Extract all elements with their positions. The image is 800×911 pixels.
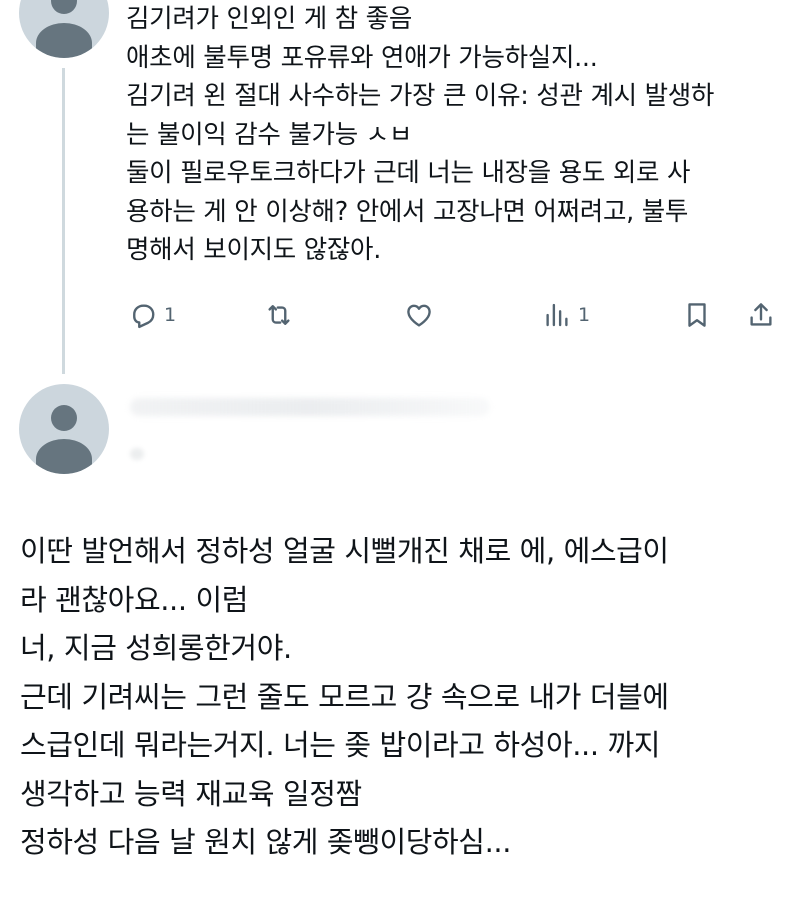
reply-tweet-text: 이딴 발언해서 정하성 얼굴 시뻘개진 채로 에, 에스급이 라 괜찮아요...… — [20, 527, 790, 867]
tweet-line: 생각하고 능력 재교육 일정짬 — [20, 776, 362, 811]
avatar-head — [51, 405, 77, 431]
views-icon — [546, 303, 568, 327]
avatar-top[interactable] — [19, 0, 109, 58]
tweet-line: 너, 지금 성희롱한거야. — [20, 631, 292, 665]
tweet-line: 라 괜찮아요... 이럼 — [20, 582, 249, 617]
bookmark-button[interactable] — [682, 293, 712, 337]
bookmark-icon — [688, 303, 706, 327]
tweet-line: 김기려가 인외인 게 참 좋음 — [126, 4, 412, 34]
retweet-icon — [268, 305, 290, 325]
tweet-line: 김기려 왼 절대 사수하는 가장 큰 이유: 성관 계시 발생하 — [126, 81, 715, 111]
tweet-line: 명해서 보이지도 않잖아. — [126, 235, 382, 265]
like-icon — [407, 304, 431, 327]
avatar-head — [51, 0, 77, 14]
redacted-user-handle — [130, 448, 144, 460]
avatar-shoulders — [36, 23, 92, 58]
avatar-reply[interactable] — [19, 384, 109, 474]
views-count: 1 — [578, 304, 591, 326]
tweet-line: 는 불이익 감수 불가능 ㅅㅂ — [126, 119, 412, 150]
parent-tweet-text: 김기려가 인외인 게 참 좋음 애초에 불투명 포유류와 연애가 가능하실지..… — [126, 0, 766, 270]
retweet-button[interactable] — [264, 293, 294, 337]
tweet-line: 근데 기려씨는 그런 줄도 모르고 걍 속으로 내가 더블에 — [20, 679, 669, 714]
views-button[interactable]: 1 — [542, 293, 590, 337]
tweet-line: 용하는 게 안 이상해? 안에서 고장나면 어쩌려고, 불투 — [126, 196, 689, 227]
avatar-shoulders — [36, 439, 92, 474]
reply-button[interactable]: 1 — [128, 293, 176, 337]
tweet-line: 애초에 불투명 포유류와 연애가 가능하실지... — [126, 42, 598, 73]
reply-icon — [133, 304, 155, 329]
share-button[interactable] — [746, 293, 776, 337]
tweet-action-bar: 1 1 — [124, 293, 784, 337]
redacted-user-name — [130, 398, 490, 416]
tweet-line: 이딴 발언해서 정하성 얼굴 시뻘개진 채로 에, 에스급이 — [20, 534, 669, 568]
share-icon — [750, 303, 772, 326]
tweet-line: 스급인데 뭐라는거지. 너는 좆 밥이라고 하성아... 까지 — [20, 728, 661, 762]
tweet-line: 정하성 다음 날 원치 않게 좆뺑이당하심... — [20, 825, 512, 859]
reply-count: 1 — [164, 304, 177, 326]
tweet-line: 둘이 필로우토크하다가 근데 너는 내장을 용도 외로 사 — [126, 158, 691, 188]
like-button[interactable] — [404, 293, 434, 337]
thread-line — [62, 68, 65, 374]
